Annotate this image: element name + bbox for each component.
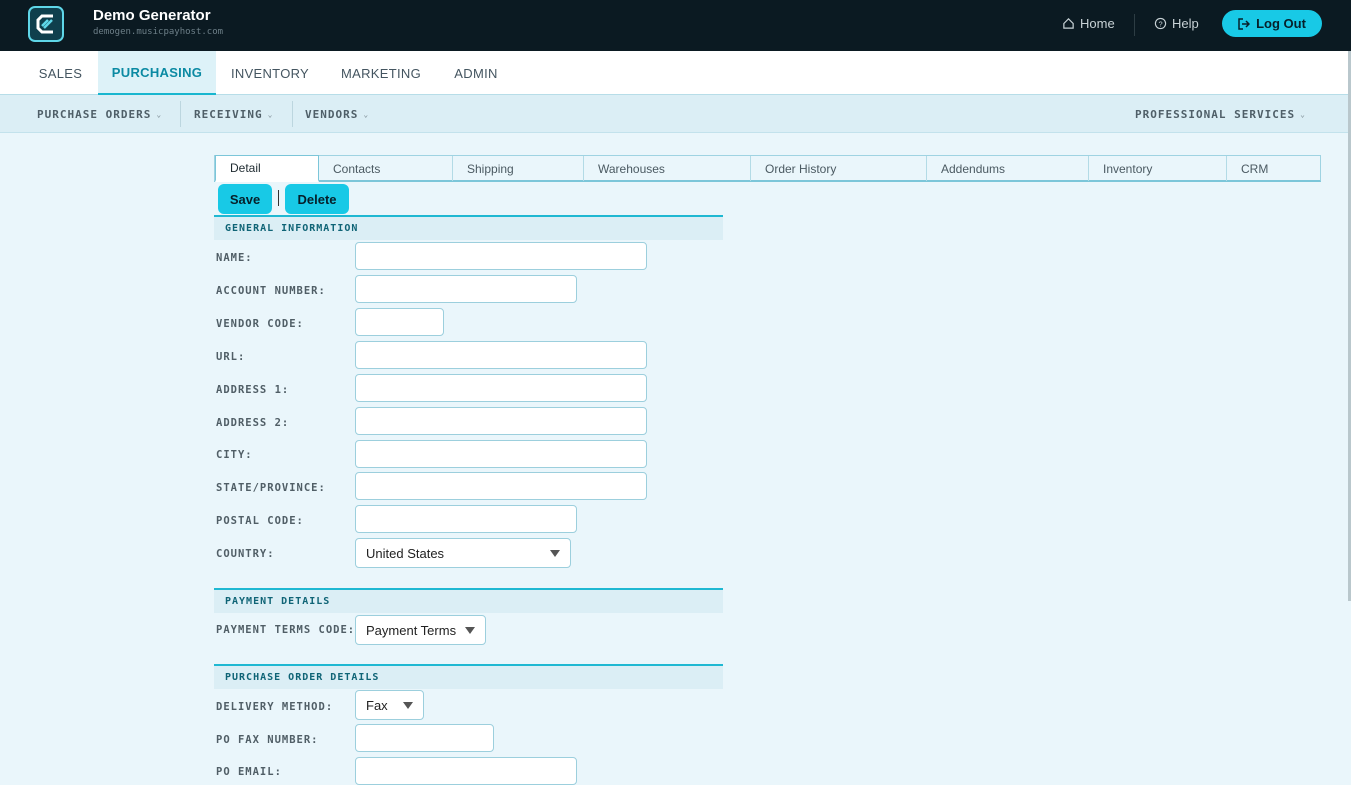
tab-contacts[interactable]: Contacts (319, 156, 453, 181)
tab-purchasing[interactable]: PURCHASING (98, 51, 216, 95)
dropdown-arrow-icon (465, 627, 475, 634)
home-label: Home (1080, 16, 1115, 31)
subnav-purchase-orders[interactable]: PURCHASE ORDERS ⌄ (37, 95, 162, 133)
subnav-label: PURCHASE ORDERS (37, 107, 152, 121)
delivery-method-value: Fax (366, 697, 388, 713)
vendor-code-label: VENDOR CODE: (216, 318, 304, 330)
home-icon (1063, 18, 1074, 29)
url-input[interactable] (355, 341, 647, 369)
chevron-down-icon: ⌄ (156, 109, 163, 119)
postal-code-label: POSTAL CODE: (216, 515, 304, 527)
vendor-code-input[interactable] (355, 308, 444, 336)
dropdown-arrow-icon (403, 702, 413, 709)
name-input[interactable] (355, 242, 647, 270)
payment-terms-select[interactable]: Payment Terms (355, 615, 486, 645)
account-number-label: ACCOUNT NUMBER: (216, 285, 326, 297)
app-logo-icon[interactable] (28, 6, 64, 42)
tab-order-history[interactable]: Order History (751, 156, 927, 181)
top-bar: Demo Generator demogen.musicpayhost.com … (0, 0, 1351, 51)
subnav-label: PROFESSIONAL SERVICES (1135, 107, 1296, 121)
city-label: CITY: (216, 449, 253, 461)
divider (180, 101, 181, 127)
logout-button[interactable]: Log Out (1222, 10, 1322, 37)
help-link[interactable]: ? Help (1154, 16, 1199, 31)
url-label: URL: (216, 351, 246, 363)
app-subtitle: demogen.musicpayhost.com (93, 27, 224, 37)
delivery-method-label: DELIVERY METHOD: (216, 701, 334, 713)
name-label: NAME: (216, 252, 253, 264)
tab-sales[interactable]: SALES (23, 51, 98, 95)
save-button[interactable]: Save (218, 184, 272, 214)
subnav-receiving[interactable]: RECEIVING ⌄ (194, 95, 273, 133)
subnav-label: RECEIVING (194, 107, 263, 121)
po-fax-number-label: PO FAX NUMBER: (216, 734, 319, 746)
subnav-vendors[interactable]: VENDORS ⌄ (305, 95, 369, 133)
delete-button[interactable]: Delete (285, 184, 349, 214)
general-information-heading: GENERAL INFORMATION (214, 215, 723, 240)
chevron-down-icon: ⌄ (363, 109, 370, 119)
country-value: United States (366, 545, 445, 561)
tab-crm[interactable]: CRM (1227, 156, 1320, 181)
sub-nav: PURCHASE ORDERS ⌄ RECEIVING ⌄ VENDORS ⌄ … (0, 95, 1351, 133)
country-select[interactable]: United States (355, 538, 571, 568)
payment-terms-label: PAYMENT TERMS CODE: (216, 624, 356, 636)
country-label: COUNTRY: (216, 548, 275, 560)
help-label: Help (1172, 16, 1199, 31)
tab-detail[interactable]: Detail (215, 155, 319, 182)
state-input[interactable] (355, 472, 647, 500)
address1-label: ADDRESS 1: (216, 384, 290, 396)
city-input[interactable] (355, 440, 647, 468)
tab-inventory-detail[interactable]: Inventory (1089, 156, 1227, 181)
dropdown-arrow-icon (550, 550, 560, 557)
address2-label: ADDRESS 2: (216, 417, 290, 429)
po-email-input[interactable] (355, 757, 577, 785)
address1-input[interactable] (355, 374, 647, 402)
po-email-label: PO EMAIL: (216, 766, 282, 778)
logout-icon (1238, 17, 1251, 30)
delivery-method-select[interactable]: Fax (355, 690, 424, 720)
app-title: Demo Generator (93, 7, 211, 24)
divider (1134, 14, 1135, 36)
account-number-input[interactable] (355, 275, 577, 303)
subnav-label: VENDORS (305, 107, 359, 121)
address2-input[interactable] (355, 407, 647, 435)
postal-code-input[interactable] (355, 505, 577, 533)
po-fax-number-input[interactable] (355, 724, 494, 752)
svg-text:?: ? (1158, 19, 1162, 28)
state-label: STATE/PROVINCE: (216, 482, 326, 494)
payment-details-heading: PAYMENT DETAILS (214, 588, 723, 613)
detail-tabs: Detail Contacts Shipping Warehouses Orde… (214, 155, 1321, 182)
help-icon: ? (1154, 17, 1167, 30)
tab-admin[interactable]: ADMIN (438, 51, 514, 95)
divider (292, 101, 293, 127)
purchase-order-details-heading: PURCHASE ORDER DETAILS (214, 664, 723, 689)
tab-addendums[interactable]: Addendums (927, 156, 1089, 181)
tab-shipping[interactable]: Shipping (453, 156, 584, 181)
subnav-professional-services[interactable]: PROFESSIONAL SERVICES ⌄ (1135, 95, 1306, 133)
divider (278, 190, 279, 206)
logout-label: Log Out (1256, 16, 1306, 31)
home-link[interactable]: Home (1062, 16, 1115, 31)
tab-inventory[interactable]: INVENTORY (216, 51, 324, 95)
tab-marketing[interactable]: MARKETING (326, 51, 436, 95)
main-nav: SALES PURCHASING INVENTORY MARKETING ADM… (0, 51, 1351, 95)
payment-terms-value: Payment Terms (366, 622, 457, 638)
tab-warehouses[interactable]: Warehouses (584, 156, 751, 181)
chevron-down-icon: ⌄ (1300, 109, 1306, 119)
chevron-down-icon: ⌄ (267, 109, 274, 119)
